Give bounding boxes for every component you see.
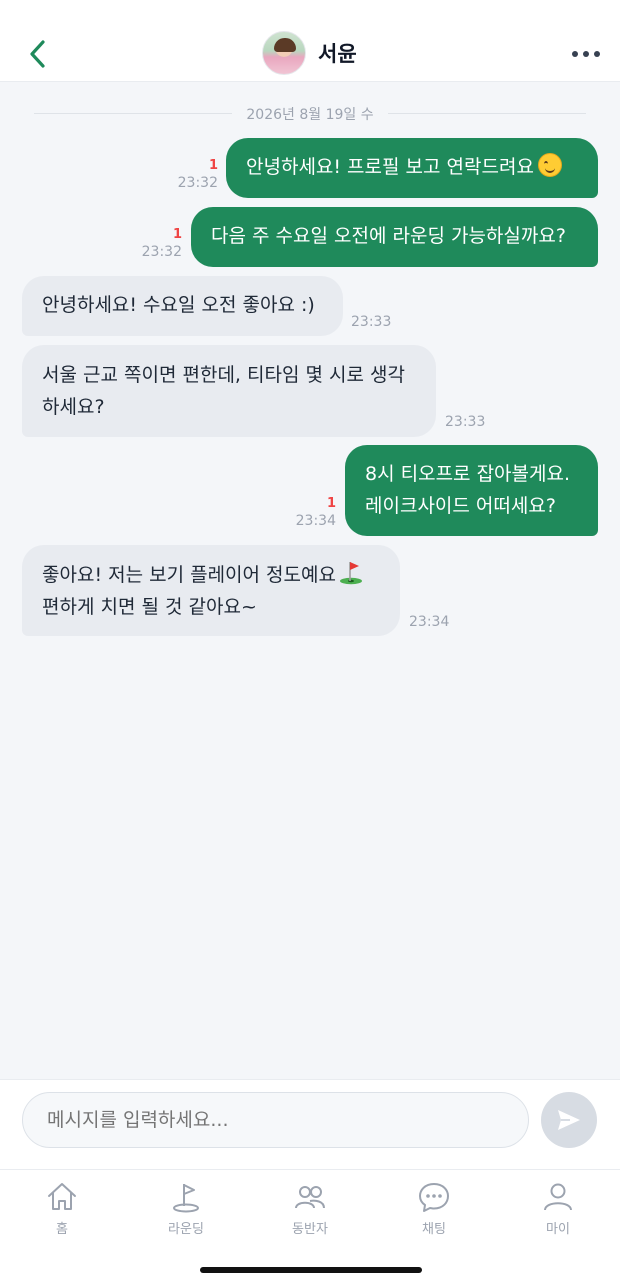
message-text-line: 서울 근교 쪽이면 편한데, 티타임 몇 시로 생각 — [42, 364, 405, 386]
user-icon — [544, 1183, 572, 1211]
more-button[interactable] — [568, 44, 604, 64]
message-input[interactable] — [22, 1092, 529, 1148]
message-time: 23:33 — [351, 314, 392, 330]
chat-bubble-icon — [419, 1183, 449, 1212]
tab-chat[interactable]: 채팅 — [389, 1180, 479, 1240]
tab-label: 동반자 — [292, 1222, 328, 1237]
message-bubble-outgoing[interactable]: 8시 티오프로 잡아볼게요. 레이크사이드 어떠세요? — [345, 445, 598, 536]
smiling-face-emoji — [537, 153, 562, 177]
send-icon — [558, 1110, 580, 1130]
message-composer — [0, 1079, 620, 1169]
home-icon — [48, 1183, 76, 1210]
tab-label: 라운딩 — [168, 1222, 204, 1237]
message-bubble-incoming[interactable]: 안녕하세요! 수요일 오전 좋아요 :) — [22, 276, 343, 336]
tab-home[interactable]: 홈 — [17, 1180, 107, 1240]
golf-flag-emoji — [339, 562, 362, 585]
message-text: 안녕하세요! 프로필 보고 연락드려요 — [246, 156, 534, 178]
message-bubble-incoming[interactable]: 좋아요! 저는 보기 플레이어 정도예요 편하게 치면 될 것 같아요~ — [22, 545, 400, 636]
message-bubble-outgoing[interactable]: 다음 주 수요일 오전에 라운딩 가능하실까요? — [191, 207, 598, 267]
message-bubble-incoming[interactable]: 서울 근교 쪽이면 편한데, 티타임 몇 시로 생각 하세요? — [22, 345, 436, 437]
message-text-line: 좋아요! 저는 보기 플레이어 정도예요 — [42, 564, 336, 586]
message-text-line: 8시 티오프로 잡아볼게요. — [365, 463, 571, 485]
chat-header: 서윤 — [0, 0, 620, 82]
avatar — [262, 31, 306, 75]
message-time: 23:33 — [445, 414, 486, 430]
home-indicator — [200, 1267, 422, 1273]
message-bubble-outgoing[interactable]: 안녕하세요! 프로필 보고 연락드려요 — [226, 138, 598, 198]
message-text: 안녕하세요! 수요일 오전 좋아요 :) — [42, 294, 315, 316]
message-time: 23:34 — [295, 513, 336, 529]
message-text-line: 편하게 치면 될 것 같아요~ — [42, 596, 257, 618]
unread-count: 1 — [208, 158, 218, 173]
back-button[interactable] — [22, 34, 54, 74]
message-meta: 1 23:32 — [124, 227, 182, 261]
message-text-line: 하세요? — [42, 396, 105, 418]
more-horizontal-icon — [572, 51, 578, 57]
users-icon — [295, 1186, 325, 1209]
message-meta: 1 23:32 — [160, 158, 218, 192]
unread-count: 1 — [172, 227, 182, 242]
message-time: 23:32 — [141, 244, 182, 260]
message-text: 다음 주 수요일 오전에 라운딩 가능하실까요? — [211, 225, 566, 247]
tab-label: 채팅 — [422, 1222, 446, 1237]
chevron-left-icon — [30, 40, 45, 68]
date-separator-label: 2026년 8월 19일 수 — [246, 107, 374, 123]
chat-peer[interactable]: 서윤 — [262, 31, 357, 75]
message-time: 23:34 — [409, 614, 450, 630]
tab-label: 마이 — [546, 1222, 570, 1237]
page-title: 서윤 — [318, 42, 357, 66]
message-meta: 1 23:34 — [278, 496, 336, 530]
date-separator: 2026년 8월 19일 수 — [34, 102, 586, 124]
unread-count: 1 — [326, 496, 336, 511]
message-time: 23:32 — [177, 175, 218, 191]
golf-flag-icon — [173, 1184, 199, 1213]
send-button[interactable] — [541, 1092, 597, 1148]
tab-label: 홈 — [56, 1222, 68, 1237]
tab-my[interactable]: 마이 — [513, 1180, 603, 1240]
tab-rounding[interactable]: 라운딩 — [141, 1180, 231, 1240]
tab-companions[interactable]: 동반자 — [265, 1180, 355, 1240]
message-text-line: 레이크사이드 어떠세요? — [365, 495, 556, 517]
bottom-tab-bar: 홈 라운딩 동반자 채팅 마이 — [0, 1169, 620, 1276]
